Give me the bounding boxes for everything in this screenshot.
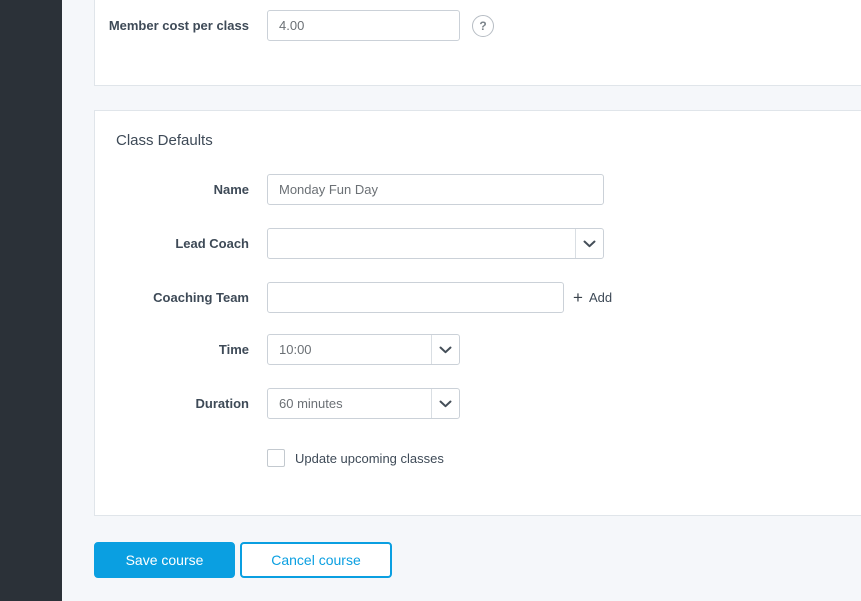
course-edit-page: Member cost per class ? Class Defaults N… xyxy=(0,0,861,601)
chevron-down-icon xyxy=(575,229,603,258)
help-icon[interactable]: ? xyxy=(472,15,494,37)
member-cost-label: Member cost per class xyxy=(108,18,249,33)
time-value: 10:00 xyxy=(279,342,312,357)
lead-coach-row: Lead Coach xyxy=(95,228,604,259)
class-defaults-heading: Class Defaults xyxy=(116,132,213,149)
lead-coach-label: Lead Coach xyxy=(175,236,249,251)
member-cost-row: Member cost per class xyxy=(95,10,460,41)
duration-value: 60 minutes xyxy=(279,396,343,411)
add-coach-button[interactable]: + Add xyxy=(573,289,612,306)
add-coach-label: Add xyxy=(588,290,613,305)
coaching-team-input[interactable] xyxy=(267,282,564,313)
name-input[interactable] xyxy=(267,174,604,205)
name-label: Name xyxy=(213,182,249,197)
plus-icon: + xyxy=(573,288,583,307)
update-upcoming-row: Update upcoming classes xyxy=(267,449,444,467)
name-row: Name xyxy=(95,174,604,205)
duration-select[interactable]: 60 minutes xyxy=(267,388,460,419)
duration-row: Duration 60 minutes xyxy=(95,388,460,419)
chevron-down-icon xyxy=(431,389,459,418)
time-select[interactable]: 10:00 xyxy=(267,334,460,365)
time-label: Time xyxy=(218,342,249,357)
coaching-team-label: Coaching Team xyxy=(153,290,249,305)
lead-coach-select[interactable] xyxy=(267,228,604,259)
duration-label: Duration xyxy=(195,396,249,411)
coaching-team-row: Coaching Team + Add xyxy=(95,282,612,313)
member-cost-input[interactable] xyxy=(267,10,460,41)
pricing-card: Member cost per class ? xyxy=(94,0,861,86)
save-course-button[interactable]: Save course xyxy=(94,542,235,578)
sidebar xyxy=(0,0,62,601)
update-upcoming-label: Update upcoming classes xyxy=(295,450,444,466)
cancel-course-button[interactable]: Cancel course xyxy=(240,542,392,578)
time-row: Time 10:00 xyxy=(95,334,460,365)
chevron-down-icon xyxy=(431,335,459,364)
update-upcoming-checkbox[interactable] xyxy=(267,449,285,467)
class-defaults-card: Class Defaults Name Lead Coach Coaching … xyxy=(94,110,861,516)
